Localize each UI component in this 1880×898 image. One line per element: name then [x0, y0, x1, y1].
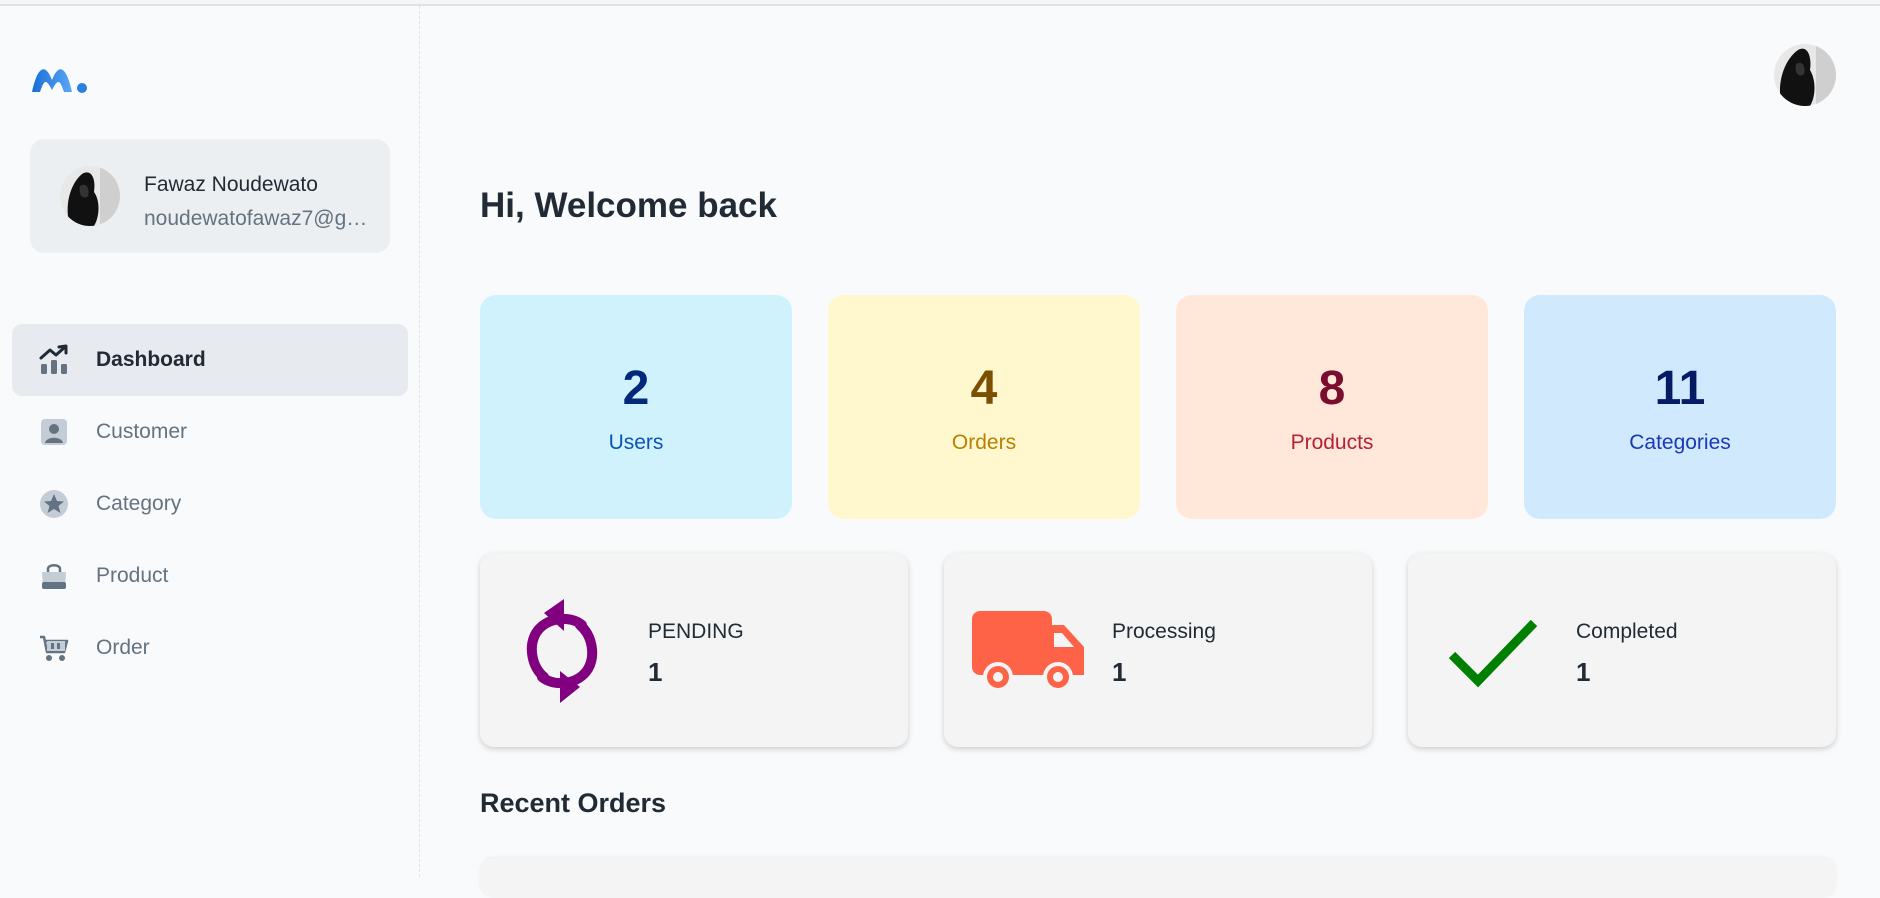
- check-icon: [1448, 619, 1538, 688]
- star-icon: [40, 490, 68, 518]
- user-icon: [41, 419, 67, 445]
- status-title: Processing: [1112, 620, 1216, 643]
- stat-card-categories: 11 Categories: [1524, 295, 1836, 519]
- stat-card-orders: 4 Orders: [828, 295, 1140, 519]
- bag-icon: [42, 564, 66, 589]
- sidebar-item-customer[interactable]: Customer: [12, 396, 408, 468]
- sidebar-item-category[interactable]: Category: [12, 468, 408, 540]
- stat-value: 8: [1318, 362, 1346, 415]
- account-card[interactable]: Fawaz Noudewato noudewatofawaz7@gmail.co…: [30, 139, 390, 253]
- stat-value: 4: [970, 362, 998, 415]
- sidebar: Fawaz Noudewato noudewatofawaz7@gmail.co…: [0, 6, 420, 877]
- stat-label: Users: [608, 431, 664, 454]
- stat-label: Categories: [1629, 431, 1731, 454]
- account-email: noudewatofawaz7@gmail.com: [144, 207, 376, 230]
- status-title: Completed: [1576, 620, 1678, 643]
- sidebar-item-label: Order: [96, 636, 150, 659]
- status-count: 1: [1576, 657, 1591, 687]
- status-card-processing: Processing 1: [944, 553, 1372, 747]
- sidebar-item-product[interactable]: Product: [12, 540, 408, 612]
- refresh-icon: [526, 599, 598, 703]
- status-count: 1: [648, 657, 663, 687]
- header-avatar[interactable]: [1774, 44, 1836, 106]
- sidebar-nav: Dashboard Customer Category Product Orde…: [12, 324, 408, 684]
- sidebar-item-order[interactable]: Order: [12, 612, 408, 684]
- page-title: Hi, Welcome back: [480, 186, 777, 225]
- stat-card-users: 2 Users: [480, 295, 792, 519]
- status-count: 1: [1112, 657, 1127, 687]
- stat-value: 2: [622, 362, 650, 415]
- recent-orders-table: [480, 858, 1836, 898]
- status-card-completed: Completed 1: [1408, 553, 1836, 747]
- chart-trend-icon: [39, 344, 68, 374]
- recent-orders-title: Recent Orders: [480, 788, 667, 818]
- cart-icon: [40, 635, 69, 661]
- status-card-pending: PENDING 1: [480, 553, 908, 747]
- sidebar-item-label: Dashboard: [96, 348, 206, 371]
- stat-label: Orders: [951, 431, 1017, 454]
- sidebar-item-label: Customer: [96, 420, 188, 443]
- sidebar-item-label: Product: [96, 564, 169, 587]
- logo-icon[interactable]: [30, 58, 90, 98]
- status-title: PENDING: [648, 620, 744, 643]
- stat-label: Products: [1290, 431, 1374, 454]
- sidebar-item-label: Category: [96, 492, 182, 515]
- account-name: Fawaz Noudewato: [144, 173, 318, 196]
- avatar: [60, 166, 120, 226]
- sidebar-item-dashboard[interactable]: Dashboard: [12, 324, 408, 396]
- truck-icon: [972, 611, 1084, 692]
- stat-card-products: 8 Products: [1176, 295, 1488, 519]
- stat-value: 11: [1654, 362, 1706, 415]
